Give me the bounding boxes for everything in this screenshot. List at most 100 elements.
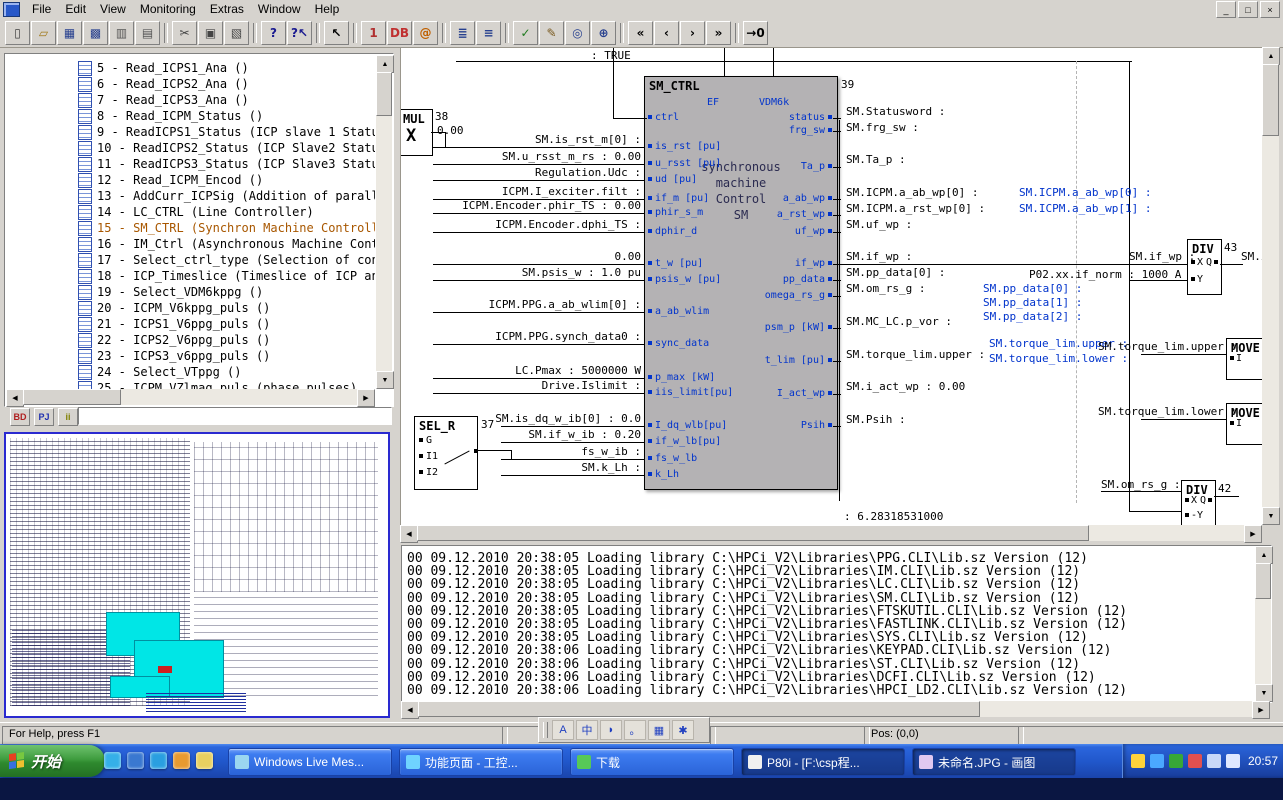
- taskbar-task[interactable]: P80i - [F:\csp程...: [741, 748, 905, 776]
- quicklaunch-folder[interactable]: [196, 752, 213, 769]
- tree-item[interactable]: 20 - ICPM_V6kppg_puls (): [6, 300, 375, 316]
- function-tree-panel[interactable]: 5 - Read_ICPS1_Ana ()6 - Read_ICPS2_Ana …: [4, 53, 394, 407]
- tree-item[interactable]: 19 - Select_VDM6kppg (): [6, 284, 375, 300]
- tray-network[interactable]: [1207, 754, 1221, 768]
- ime-toolbar[interactable]: A中◗。▦✱: [538, 717, 710, 743]
- panel-tab-bd[interactable]: BD: [10, 408, 30, 426]
- scrollbar-thumb[interactable]: [417, 525, 1089, 541]
- tree-item[interactable]: 11 - ReadICPS3_Status (ICP Slave3 Status…: [6, 156, 375, 172]
- scrollbar-thumb[interactable]: [376, 72, 392, 116]
- nav-prev-button[interactable]: ‹: [654, 21, 679, 45]
- scroll-down-button[interactable]: ▼: [376, 371, 394, 389]
- scroll-right-button[interactable]: ▶: [1244, 525, 1262, 543]
- reset-button[interactable]: →0: [743, 21, 768, 45]
- menu-view[interactable]: View: [93, 0, 133, 19]
- ime-language-icon[interactable]: 中: [576, 720, 598, 740]
- close-button[interactable]: ×: [1260, 1, 1280, 18]
- symbol-search-input[interactable]: [78, 407, 392, 425]
- taskbar-task[interactable]: Windows Live Mes...: [228, 748, 392, 776]
- zoom-button[interactable]: ◎: [565, 21, 590, 45]
- link-button[interactable]: ⊕: [591, 21, 616, 45]
- div-function-block[interactable]: DIV X Y Q: [1187, 239, 1222, 295]
- tray-antivirus[interactable]: [1169, 754, 1183, 768]
- schematic-overview[interactable]: [4, 432, 390, 718]
- edit-button[interactable]: ✎: [539, 21, 564, 45]
- menu-file[interactable]: File: [25, 0, 58, 19]
- tree-item[interactable]: 13 - AddCurr_ICPSig (Addition of paralle…: [6, 188, 375, 204]
- tree-item[interactable]: 5 - Read_ICPS1_Ana (): [6, 60, 375, 76]
- log-vertical-scrollbar[interactable]: ▲ ▼: [1255, 546, 1271, 702]
- panel-tab-ii[interactable]: ii: [58, 408, 78, 426]
- tree-item[interactable]: 6 - Read_ICPS2_Ana (): [6, 76, 375, 92]
- context-help-button[interactable]: ?↖: [287, 21, 312, 45]
- tree-item[interactable]: 21 - ICPS1_V6ppg_puls (): [6, 316, 375, 332]
- tree-item[interactable]: 24 - Select_VTppg (): [6, 364, 375, 380]
- ime-punctuation-icon[interactable]: 。: [624, 720, 646, 740]
- nav-first-button[interactable]: «: [628, 21, 653, 45]
- tree-horizontal-scrollbar[interactable]: ◀ ▶: [6, 389, 375, 405]
- tree-item[interactable]: 15 - SM_CTRL (Synchron Machine Controlle…: [6, 220, 375, 236]
- taskbar-clock[interactable]: 20:57: [1248, 754, 1278, 768]
- scrollbar-thumb[interactable]: [1255, 563, 1271, 599]
- scrollbar-thumb[interactable]: [418, 701, 980, 717]
- tree-item[interactable]: 18 - ICP_Timeslice (Timeslice of ICP and…: [6, 268, 375, 284]
- log-horizontal-scrollbar[interactable]: ◀ ▶: [401, 701, 1270, 717]
- tree-item[interactable]: 16 - IM_Ctrl (Asynchronous Machine Contr…: [6, 236, 375, 252]
- quicklaunch-messenger[interactable]: [104, 752, 121, 769]
- taskbar-task[interactable]: 未命名.JPG - 画图: [912, 748, 1076, 776]
- tree-item[interactable]: 14 - LC_CTRL (Line Controller): [6, 204, 375, 220]
- tree-item[interactable]: 8 - Read_ICPM_Status (): [6, 108, 375, 124]
- diagram-canvas[interactable]: SM_CTRL EF VDM6k synchronous machine Con…: [400, 47, 1263, 526]
- grid-view-button[interactable]: ≡: [476, 21, 501, 45]
- paste-button[interactable]: ▧: [224, 21, 249, 45]
- scroll-left-button[interactable]: ◀: [400, 525, 418, 543]
- tray-thunder[interactable]: [1131, 754, 1145, 768]
- tree-item[interactable]: 7 - Read_ICPS3_Ana (): [6, 92, 375, 108]
- panel-tab-pj[interactable]: PJ: [34, 408, 54, 426]
- tree-item[interactable]: 23 - ICPS3_v6ppg_puls (): [6, 348, 375, 364]
- quicklaunch-media-player[interactable]: [173, 752, 190, 769]
- quicklaunch-ie[interactable]: [150, 752, 167, 769]
- canvas-vertical-scrollbar[interactable]: ▲ ▼: [1262, 47, 1279, 525]
- scroll-up-button[interactable]: ▲: [1262, 47, 1280, 65]
- minimize-button[interactable]: _: [1216, 1, 1236, 18]
- select-arrow-button[interactable]: ↖: [324, 21, 349, 45]
- ime-settings-icon[interactable]: ✱: [672, 720, 694, 740]
- mul-function-block[interactable]: MUL X: [400, 109, 433, 156]
- scrollbar-thumb[interactable]: [1262, 64, 1279, 136]
- log-panel[interactable]: 00 09.12.2010 20:38:05 Loading library C…: [401, 545, 1272, 703]
- scroll-down-button[interactable]: ▼: [1262, 507, 1280, 525]
- start-button[interactable]: 开始: [0, 745, 105, 777]
- copy-button[interactable]: ▣: [198, 21, 223, 45]
- tree-item[interactable]: 22 - ICPS2_V6ppg_puls (): [6, 332, 375, 348]
- menu-edit[interactable]: Edit: [58, 0, 93, 19]
- accept-button[interactable]: ✓: [513, 21, 538, 45]
- cut-button[interactable]: ✂: [172, 21, 197, 45]
- ime-drag-handle[interactable]: [543, 722, 548, 738]
- tray-messenger[interactable]: [1150, 754, 1164, 768]
- ime-input-style-icon[interactable]: A: [552, 720, 574, 740]
- maximize-button[interactable]: □: [1238, 1, 1258, 18]
- tray-alert[interactable]: [1188, 754, 1202, 768]
- quicklaunch-show-desktop[interactable]: [127, 752, 144, 769]
- div-function-block[interactable]: DIV X -Y Q: [1181, 480, 1216, 526]
- print-button[interactable]: ▤: [135, 21, 160, 45]
- app-icon[interactable]: [3, 2, 20, 17]
- scrollbar-thumb[interactable]: [23, 389, 121, 405]
- scroll-down-button[interactable]: ▼: [1255, 684, 1273, 702]
- canvas-horizontal-scrollbar[interactable]: ◀ ▶: [400, 525, 1262, 541]
- tree-item[interactable]: 17 - Select_ctrl_type (Selection of cont…: [6, 252, 375, 268]
- open-file-button[interactable]: ▱: [31, 21, 56, 45]
- ime-halfwidth-icon[interactable]: ◗: [600, 720, 622, 740]
- tray-volume[interactable]: [1226, 754, 1240, 768]
- save-all-button[interactable]: ▩: [83, 21, 108, 45]
- scroll-up-button[interactable]: ▲: [1255, 546, 1273, 564]
- taskbar-task[interactable]: 下载: [570, 748, 734, 776]
- tree-item[interactable]: 12 - Read_ICPM_Encod (): [6, 172, 375, 188]
- nav-next-button[interactable]: ›: [680, 21, 705, 45]
- list-view-button[interactable]: ≣: [450, 21, 475, 45]
- sel-r-function-block[interactable]: SEL_R G I1 I2: [414, 416, 478, 490]
- taskbar-task[interactable]: 功能页面 - 工控...: [399, 748, 563, 776]
- menu-monitoring[interactable]: Monitoring: [133, 0, 203, 19]
- menu-help[interactable]: Help: [308, 0, 347, 19]
